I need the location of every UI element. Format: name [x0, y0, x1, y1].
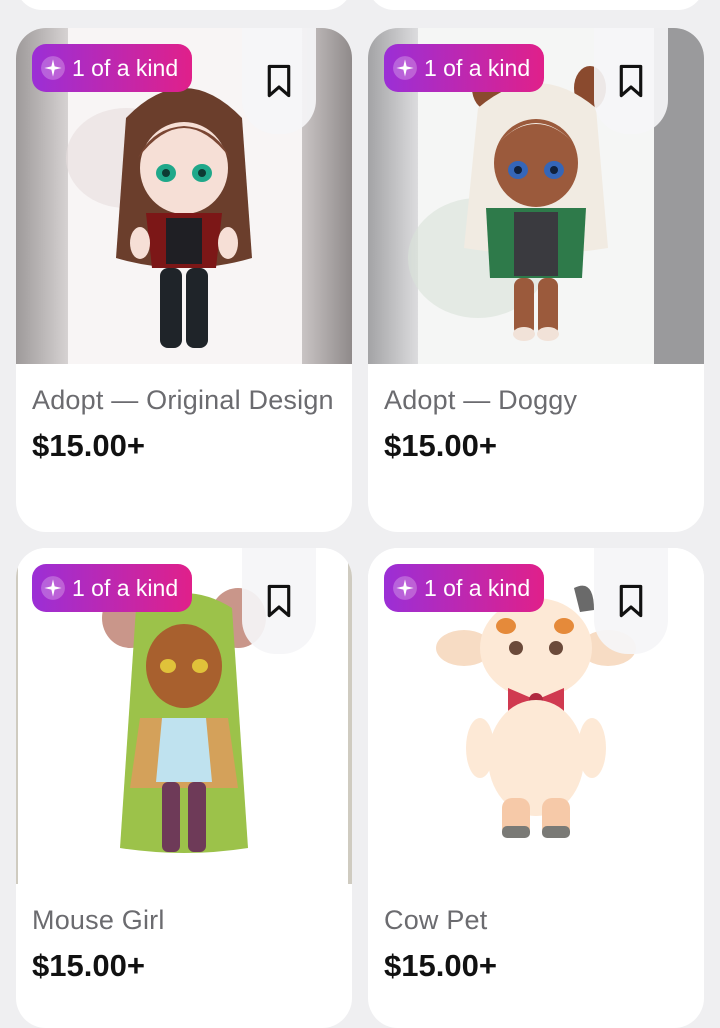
listing-title[interactable]: Cow Pet — [384, 904, 688, 936]
sparkle-icon — [41, 576, 65, 600]
bookmark-icon — [267, 584, 291, 618]
bookmark-icon — [619, 584, 643, 618]
save-button[interactable] — [242, 548, 316, 654]
listing-card[interactable]: 1 of a kind Cow Pet $15.00+ — [368, 548, 704, 1028]
sparkle-icon — [393, 576, 417, 600]
listing-image[interactable]: 1 of a kind — [16, 28, 352, 364]
listing-price: $15.00+ — [384, 428, 497, 463]
badge-label: 1 of a kind — [72, 54, 179, 81]
badge-label: 1 of a kind — [72, 574, 179, 601]
badge-label: 1 of a kind — [424, 54, 531, 81]
previous-card-bottom — [16, 0, 352, 10]
bookmark-icon — [619, 64, 643, 98]
one-of-a-kind-badge: 1 of a kind — [384, 564, 545, 612]
listing-image[interactable]: 1 of a kind — [368, 548, 704, 884]
listing-title[interactable]: Mouse Girl — [32, 904, 336, 936]
listing-price: $15.00+ — [32, 948, 145, 983]
listing-image[interactable]: 1 of a kind — [368, 28, 704, 364]
listing-card[interactable]: 1 of a kind Adopt — Doggy $15.00+ — [368, 28, 704, 532]
previous-card-bottom — [368, 0, 704, 10]
badge-label: 1 of a kind — [424, 574, 531, 601]
sparkle-icon — [41, 56, 65, 80]
save-button[interactable] — [594, 548, 668, 654]
listing-title[interactable]: Adopt — Original Design — [32, 384, 336, 416]
listing-card[interactable]: 1 of a kind Adopt — Original Design $15.… — [16, 28, 352, 532]
one-of-a-kind-badge: 1 of a kind — [32, 564, 193, 612]
save-button[interactable] — [594, 28, 668, 134]
listing-card[interactable]: 1 of a kind Mouse Girl $15.00+ — [16, 548, 352, 1028]
listing-price: $15.00+ — [384, 948, 497, 983]
listing-title[interactable]: Adopt — Doggy — [384, 384, 688, 416]
bookmark-icon — [267, 64, 291, 98]
one-of-a-kind-badge: 1 of a kind — [32, 44, 193, 92]
listing-price: $15.00+ — [32, 428, 145, 463]
sparkle-icon — [393, 56, 417, 80]
one-of-a-kind-badge: 1 of a kind — [384, 44, 545, 92]
listing-image[interactable]: 1 of a kind — [16, 548, 352, 884]
save-button[interactable] — [242, 28, 316, 134]
